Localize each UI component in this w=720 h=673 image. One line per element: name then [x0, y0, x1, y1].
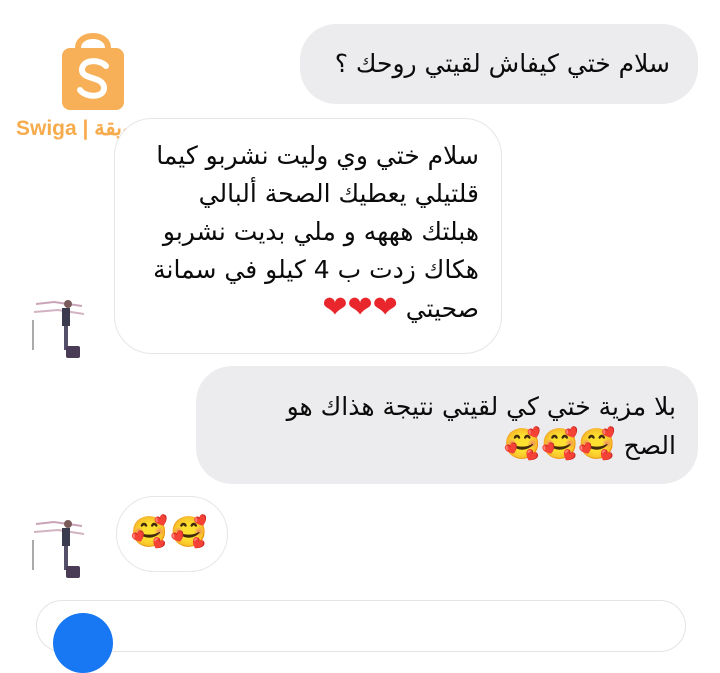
message-text: الصح 🥰🥰🥰 [214, 426, 676, 465]
smiling-face-with-hearts-emoji-icon: 🥰🥰 [130, 515, 210, 550]
message-composer[interactable] [36, 600, 686, 673]
message-text: هكاك زدت ب 4 كيلو في سمانة [153, 255, 479, 284]
message-text: بلا مزية ختي كي لقيتي نتيجة هذاك هو [286, 392, 676, 421]
composer-action-button[interactable] [53, 613, 113, 673]
message-text: صحيتي ❤❤❤ [133, 289, 479, 328]
profile-picture-icon [32, 520, 85, 578]
message-bubble-received[interactable]: سلام ختي وي وليت نشربو كيما قلتيلي يعطيك… [114, 118, 502, 354]
heart-emoji-icon: ❤❤❤ [322, 290, 398, 325]
message-text: سلام ختي وي وليت نشربو كيما [156, 141, 479, 170]
message-text: قلتيلي يعطيك الصحة ألبالي [198, 179, 479, 208]
message-text-tail: الصح [623, 431, 676, 460]
message-bubble-received[interactable]: 🥰🥰 [116, 496, 228, 572]
avatar[interactable] [30, 518, 88, 580]
message-text: سلام ختي كيفاش لقيتي روحك ؟ [334, 49, 670, 78]
shopping-bag-logo-icon [62, 33, 124, 110]
smiling-face-with-hearts-emoji-icon: 🥰🥰🥰 [503, 427, 616, 462]
message-text: هبلتك هههه و ملي بديت نشربو [162, 217, 479, 246]
avatar[interactable] [30, 298, 88, 360]
message-bubble-sent[interactable]: سلام ختي كيفاش لقيتي روحك ؟ [300, 24, 698, 104]
message-text-tail: صحيتي [405, 294, 479, 323]
profile-picture-icon [32, 300, 85, 358]
message-bubble-sent[interactable]: بلا مزية ختي كي لقيتي نتيجة هذاك هو الصح… [196, 366, 698, 484]
